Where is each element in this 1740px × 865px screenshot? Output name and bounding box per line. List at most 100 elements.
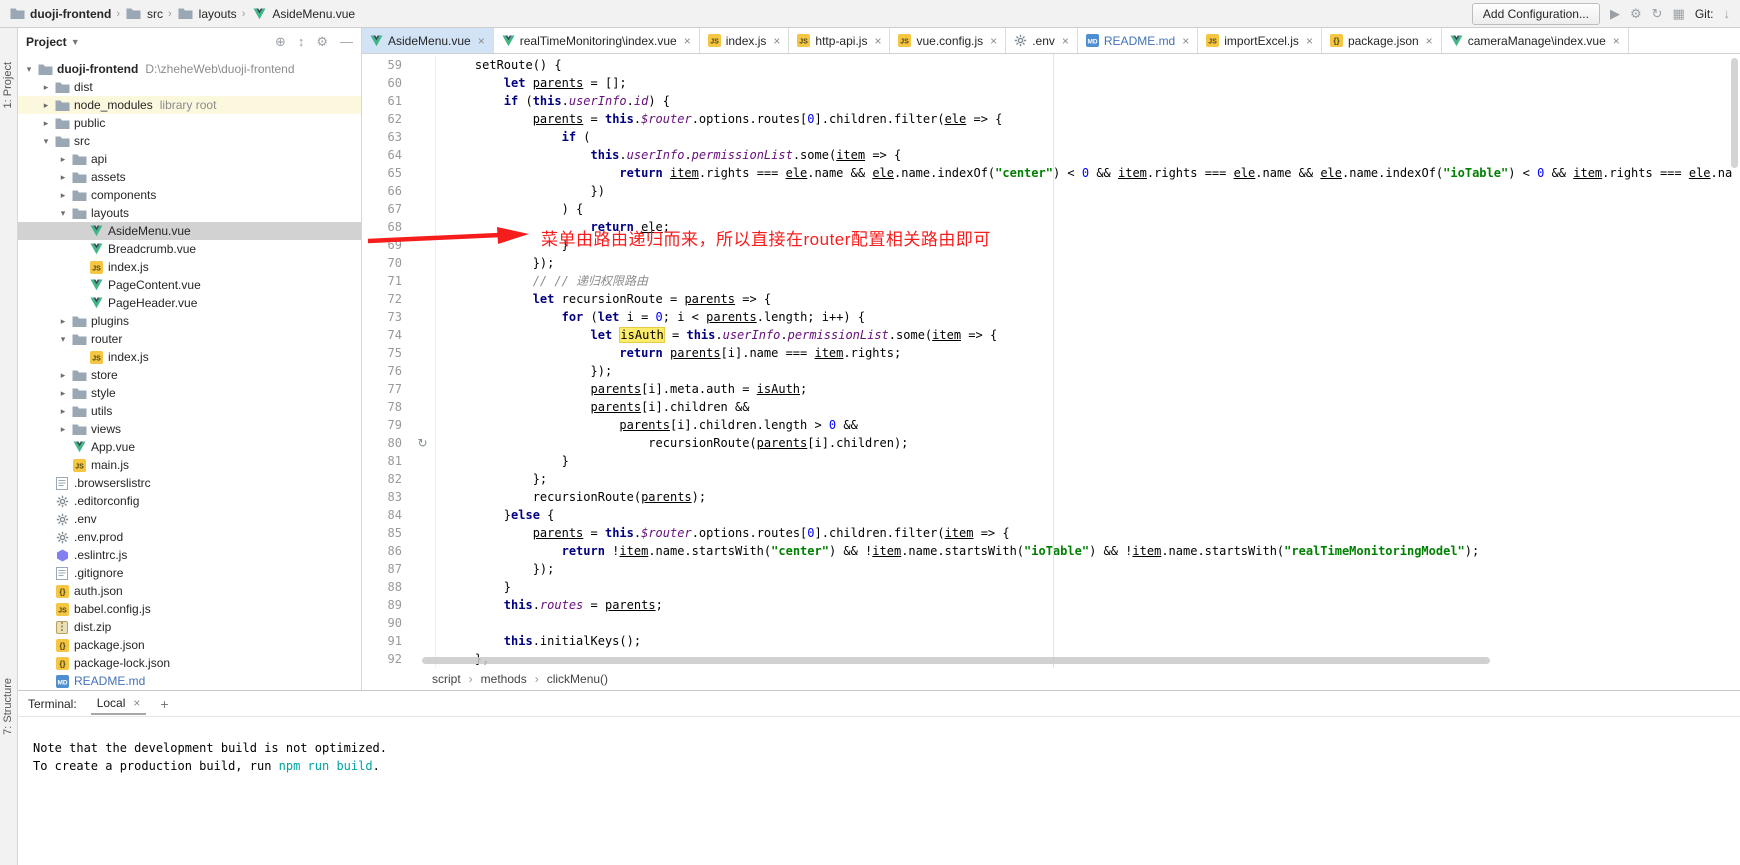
chevron-down-icon[interactable]: ▾ bbox=[56, 208, 70, 219]
code-line[interactable]: 71 // // 递归权限路由 bbox=[362, 272, 1740, 290]
tree-item-app.vue[interactable]: App.vue bbox=[18, 438, 361, 456]
code-line[interactable]: 72 let recursionRoute = parents => { bbox=[362, 290, 1740, 308]
code-line[interactable]: 61 if (this.userInfo.id) { bbox=[362, 92, 1740, 110]
chevron-down-icon[interactable]: ▾ bbox=[56, 334, 70, 345]
code-line[interactable]: 59 setRoute() { bbox=[362, 56, 1740, 74]
update-icon[interactable]: ↻ bbox=[1652, 6, 1663, 22]
code-line[interactable]: 88 } bbox=[362, 578, 1740, 596]
chevron-right-icon[interactable]: ▸ bbox=[56, 316, 70, 327]
tree-item-duoji-frontend[interactable]: ▾duoji-frontendD:\zheheWeb\duoji-fronten… bbox=[18, 60, 361, 78]
new-terminal-icon[interactable]: + bbox=[160, 696, 168, 712]
grid-icon[interactable]: ▦ bbox=[1673, 6, 1685, 22]
code-line[interactable]: 62 parents = this.$router.options.routes… bbox=[362, 110, 1740, 128]
tree-item-layouts[interactable]: ▾layouts bbox=[18, 204, 361, 222]
project-view-dropdown[interactable]: Project▼ bbox=[26, 35, 80, 49]
chevron-right-icon[interactable]: ▸ bbox=[39, 82, 53, 93]
editor-breadcrumb-item[interactable]: clickMenu() bbox=[547, 672, 608, 686]
project-toolwindow-button[interactable]: 1: Project bbox=[2, 62, 14, 108]
tab-vue.config.js[interactable]: JSvue.config.js× bbox=[890, 28, 1006, 53]
recursion-icon[interactable]: ↻ bbox=[417, 436, 427, 450]
locate-file-icon[interactable]: ⊕ bbox=[275, 34, 286, 50]
chevron-right-icon[interactable]: ▸ bbox=[56, 370, 70, 381]
collapse-all-icon[interactable]: ↕ bbox=[298, 34, 305, 50]
tab-index.js[interactable]: JSindex.js× bbox=[700, 28, 790, 53]
terminal-tab-local[interactable]: Local × bbox=[91, 692, 147, 715]
chevron-down-icon[interactable]: ▾ bbox=[39, 136, 53, 147]
tree-item-dist[interactable]: ▸dist bbox=[18, 78, 361, 96]
code-line[interactable]: 70 }); bbox=[362, 254, 1740, 272]
code-line[interactable]: 76 }); bbox=[362, 362, 1740, 380]
terminal-output[interactable]: Note that the development build is not o… bbox=[18, 717, 1740, 775]
structure-toolwindow-button[interactable]: 7: Structure bbox=[2, 678, 14, 735]
code-area[interactable]: 59 setRoute() {60 let parents = [];61 if… bbox=[362, 54, 1740, 668]
close-icon[interactable]: × bbox=[1306, 34, 1313, 48]
code-line[interactable]: 69 } bbox=[362, 236, 1740, 254]
chevron-right-icon[interactable]: ▸ bbox=[56, 190, 70, 201]
breadcrumb-item[interactable]: duoji-frontend bbox=[6, 6, 113, 21]
tree-item-breadcrumb.vue[interactable]: Breadcrumb.vue bbox=[18, 240, 361, 258]
tree-item-pagecontent.vue[interactable]: PageContent.vue bbox=[18, 276, 361, 294]
code-line[interactable]: 60 let parents = []; bbox=[362, 74, 1740, 92]
tree-item-.env.prod[interactable]: .env.prod bbox=[18, 528, 361, 546]
tab-importexcel.js[interactable]: JSimportExcel.js× bbox=[1198, 28, 1322, 53]
tree-item-readme.md[interactable]: MDREADME.md bbox=[18, 672, 361, 690]
code-line[interactable]: 63 if ( bbox=[362, 128, 1740, 146]
chevron-right-icon[interactable]: ▸ bbox=[56, 424, 70, 435]
code-line[interactable]: 77 parents[i].meta.auth = isAuth; bbox=[362, 380, 1740, 398]
vertical-scrollbar[interactable] bbox=[1731, 58, 1738, 168]
tree-item-.editorconfig[interactable]: .editorconfig bbox=[18, 492, 361, 510]
code-line[interactable]: 87 }); bbox=[362, 560, 1740, 578]
chevron-right-icon[interactable]: ▸ bbox=[39, 100, 53, 111]
chevron-down-icon[interactable]: ▾ bbox=[22, 64, 36, 75]
code-line[interactable]: 85 parents = this.$router.options.routes… bbox=[362, 524, 1740, 542]
tree-item-.eslintrc.js[interactable]: .eslintrc.js bbox=[18, 546, 361, 564]
close-icon[interactable]: × bbox=[1062, 34, 1069, 48]
tree-item-style[interactable]: ▸style bbox=[18, 384, 361, 402]
breadcrumb-item[interactable]: layouts bbox=[175, 6, 239, 21]
code-line[interactable]: 83 recursionRoute(parents); bbox=[362, 488, 1740, 506]
tab-cameramanage-index.vue[interactable]: cameraManage\index.vue× bbox=[1442, 28, 1629, 53]
tree-item-src[interactable]: ▾src bbox=[18, 132, 361, 150]
tree-item-plugins[interactable]: ▸plugins bbox=[18, 312, 361, 330]
code-line[interactable]: 64 this.userInfo.permissionList.some(ite… bbox=[362, 146, 1740, 164]
close-icon[interactable]: × bbox=[1426, 34, 1433, 48]
close-icon[interactable]: × bbox=[990, 34, 997, 48]
code-line[interactable]: 91 this.initialKeys(); bbox=[362, 632, 1740, 650]
git-update-icon[interactable]: ↓ bbox=[1724, 6, 1731, 21]
gear-icon[interactable]: ⚙ bbox=[316, 34, 328, 50]
tree-item-package-lock.json[interactable]: {}package-lock.json bbox=[18, 654, 361, 672]
code-line[interactable]: 75 return parents[i].name === item.right… bbox=[362, 344, 1740, 362]
tree-item-dist.zip[interactable]: dist.zip bbox=[18, 618, 361, 636]
close-icon[interactable]: × bbox=[478, 34, 485, 48]
tab-readme.md[interactable]: MDREADME.md× bbox=[1078, 28, 1198, 53]
close-icon[interactable]: × bbox=[874, 34, 881, 48]
tree-item-.browserslistrc[interactable]: .browserslistrc bbox=[18, 474, 361, 492]
tab-package.json[interactable]: {}package.json× bbox=[1322, 28, 1442, 53]
tree-item-assets[interactable]: ▸assets bbox=[18, 168, 361, 186]
code-line[interactable]: 79 parents[i].children.length > 0 && bbox=[362, 416, 1740, 434]
close-icon[interactable]: × bbox=[684, 34, 691, 48]
code-line[interactable]: 84 }else { bbox=[362, 506, 1740, 524]
code-line[interactable]: 73 for (let i = 0; i < parents.length; i… bbox=[362, 308, 1740, 326]
close-icon[interactable]: × bbox=[773, 34, 780, 48]
close-icon[interactable]: × bbox=[1182, 34, 1189, 48]
code-line[interactable]: 80↻ recursionRoute(parents[i].children); bbox=[362, 434, 1740, 452]
tree-item-index.js[interactable]: JSindex.js bbox=[18, 258, 361, 276]
tree-item-babel.config.js[interactable]: JSbabel.config.js bbox=[18, 600, 361, 618]
hide-panel-icon[interactable]: — bbox=[340, 34, 353, 50]
tree-item-components[interactable]: ▸components bbox=[18, 186, 361, 204]
run-icon[interactable]: ▶ bbox=[1610, 6, 1620, 22]
code-line[interactable]: 89 this.routes = parents; bbox=[362, 596, 1740, 614]
tab-http-api.js[interactable]: JShttp-api.js× bbox=[789, 28, 890, 53]
tree-item-main.js[interactable]: JSmain.js bbox=[18, 456, 361, 474]
horizontal-scrollbar[interactable] bbox=[422, 657, 1490, 664]
code-line[interactable]: 68 return ele; bbox=[362, 218, 1740, 236]
code-line[interactable]: 67 ) { bbox=[362, 200, 1740, 218]
tree-item-utils[interactable]: ▸utils bbox=[18, 402, 361, 420]
tree-item-auth.json[interactable]: {}auth.json bbox=[18, 582, 361, 600]
chevron-right-icon[interactable]: ▸ bbox=[56, 388, 70, 399]
settings-icon[interactable]: ⚙ bbox=[1630, 6, 1642, 22]
code-line[interactable]: 90 bbox=[362, 614, 1740, 632]
close-icon[interactable]: × bbox=[1613, 34, 1620, 48]
tree-item-views[interactable]: ▸views bbox=[18, 420, 361, 438]
